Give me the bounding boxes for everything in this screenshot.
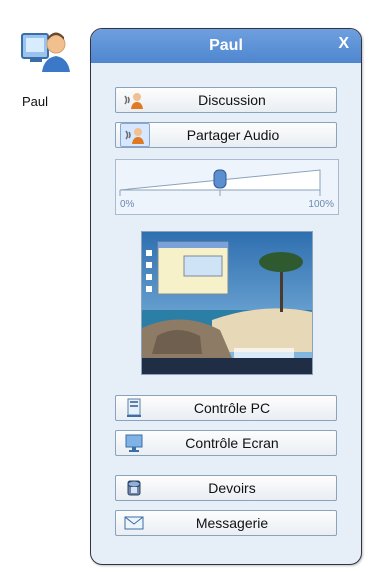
discussion-label: Discussion (198, 92, 266, 108)
discussion-button[interactable]: Discussion (115, 87, 337, 113)
control-screen-label: Contrôle Ecran (185, 435, 279, 451)
control-screen-button[interactable]: Contrôle Ecran (115, 430, 337, 456)
audio-share-icon (120, 123, 150, 147)
pc-control-icon (120, 397, 148, 419)
user-name-label: Paul (22, 94, 49, 109)
share-audio-label: Partager Audio (186, 127, 280, 143)
panel-title: Paul (209, 37, 243, 54)
share-audio-button[interactable]: Partager Audio (115, 122, 337, 148)
volume-max-label: 100% (308, 199, 334, 210)
messaging-button[interactable]: Messagerie (115, 510, 337, 536)
user-panel: Paul X Discussion Partager Audio 0% 100%… (90, 28, 362, 565)
homework-label: Devoirs (208, 480, 256, 496)
mail-icon (120, 512, 148, 534)
close-button[interactable]: X (338, 35, 349, 53)
volume-min-label: 0% (120, 199, 135, 210)
control-pc-button[interactable]: Contrôle PC (115, 395, 337, 421)
homework-button[interactable]: Devoirs (115, 475, 337, 501)
user-avatar-icon[interactable] (20, 22, 72, 74)
screen-control-icon (120, 432, 148, 454)
volume-slider[interactable]: 0% 100% (115, 159, 339, 215)
volume-thumb[interactable] (213, 169, 227, 189)
panel-titlebar: Paul X (91, 29, 361, 63)
voice-chat-icon (120, 89, 148, 111)
messaging-label: Messagerie (195, 515, 269, 531)
control-pc-label: Contrôle PC (193, 400, 271, 416)
screen-preview-thumbnail[interactable] (141, 231, 313, 375)
homework-icon (120, 477, 148, 499)
